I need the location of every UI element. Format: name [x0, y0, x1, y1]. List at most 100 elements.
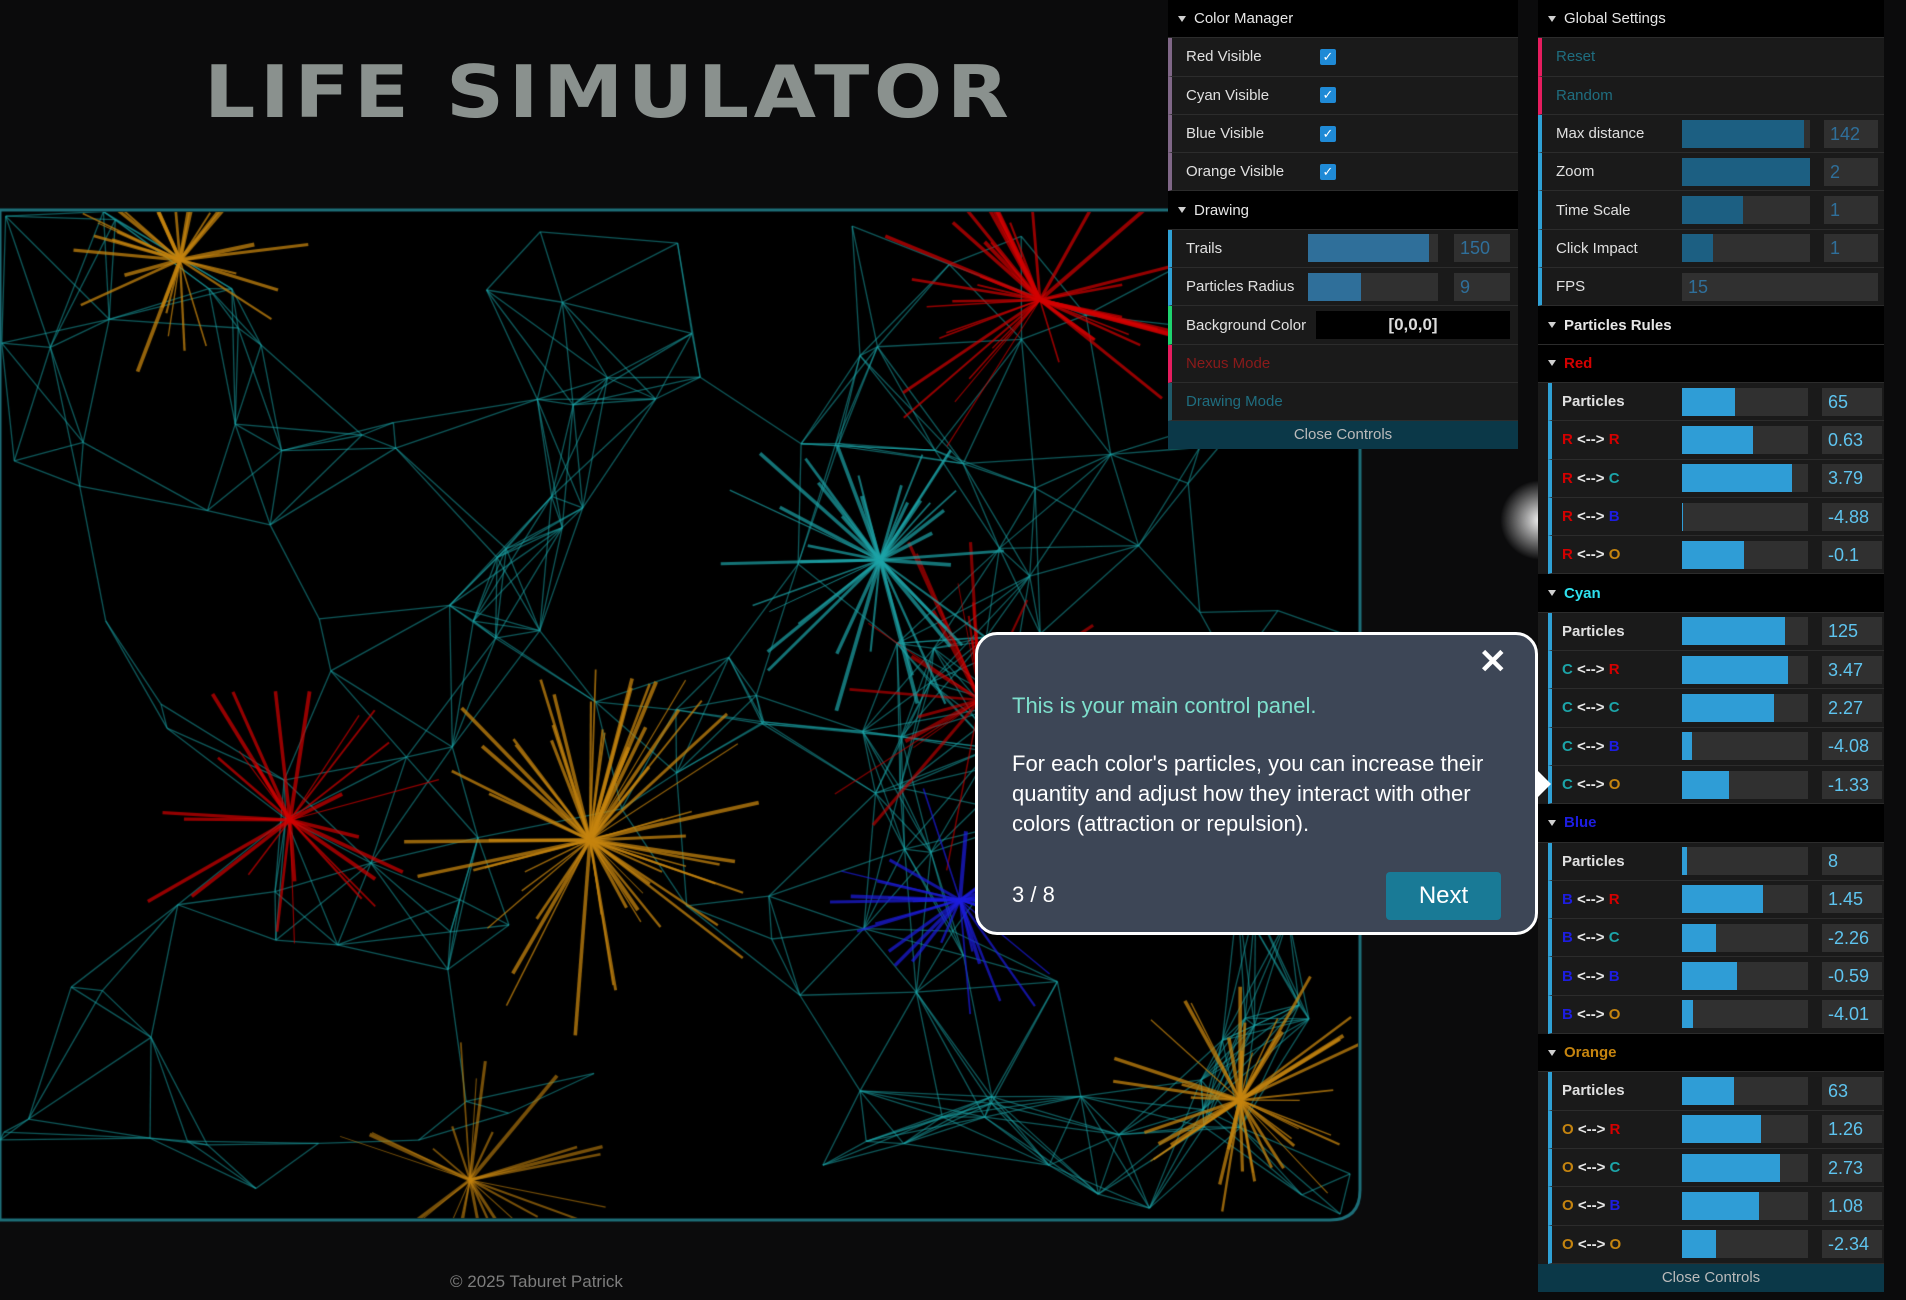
rule-slider[interactable] [1682, 387, 1808, 416]
folder-orange[interactable]: Orange [1538, 1034, 1884, 1073]
setting-slider[interactable] [1682, 234, 1810, 263]
rule-value[interactable]: -1.33 [1822, 770, 1882, 799]
tutorial-heading: This is your main control panel. [1012, 693, 1317, 718]
rule-slider[interactable] [1682, 1076, 1808, 1105]
rule-slider[interactable] [1682, 1153, 1808, 1182]
visibility-toggle-row[interactable]: Blue Visible ✓ [1168, 114, 1518, 154]
rule-slider[interactable] [1682, 540, 1808, 569]
folder-cyan[interactable]: Cyan [1538, 574, 1884, 613]
drawing-mode-button[interactable]: Drawing Mode [1168, 382, 1518, 422]
nexus-mode-button[interactable]: Nexus Mode [1168, 344, 1518, 383]
setting-value[interactable]: 1 [1824, 234, 1878, 263]
trails-value[interactable]: 150 [1454, 234, 1510, 263]
group-title: Cyan [1564, 584, 1601, 602]
rule-value[interactable]: 1.08 [1822, 1191, 1882, 1220]
rule-value[interactable]: 63 [1822, 1076, 1882, 1105]
next-button[interactable]: Next [1386, 872, 1501, 920]
rule-slider[interactable] [1682, 732, 1808, 761]
interaction-row: B <--> B -0.59 [1548, 957, 1884, 996]
setting-label: Zoom [1556, 163, 1595, 181]
rule-slider[interactable] [1682, 425, 1808, 454]
interaction-label: B <--> B [1562, 967, 1620, 985]
tutorial-step-counter: 3 / 8 [1012, 882, 1055, 907]
folder-color-manager[interactable]: Color Manager [1168, 0, 1518, 39]
rule-value[interactable]: 65 [1822, 387, 1882, 416]
rule-slider[interactable] [1682, 1000, 1808, 1029]
close-controls-button[interactable]: Close Controls [1168, 421, 1518, 450]
rule-slider[interactable] [1682, 502, 1808, 531]
visibility-label: Cyan Visible [1186, 86, 1270, 104]
rule-slider[interactable] [1682, 1230, 1808, 1259]
visibility-toggle-row[interactable]: Orange Visible ✓ [1168, 153, 1518, 192]
interaction-row: C <--> C 2.27 [1548, 689, 1884, 728]
rule-slider[interactable] [1682, 923, 1808, 952]
slider-fill [1682, 1191, 1759, 1220]
close-controls-button-right[interactable]: Close Controls [1538, 1263, 1884, 1292]
rule-value[interactable]: 3.47 [1822, 655, 1882, 684]
rule-slider[interactable] [1682, 693, 1808, 722]
checkbox[interactable]: ✓ [1320, 87, 1336, 104]
visibility-toggle-row[interactable]: Cyan Visible ✓ [1168, 76, 1518, 115]
particles-radius-control: Particles Radius 9 [1168, 268, 1518, 307]
rule-value[interactable]: 8 [1822, 847, 1882, 876]
random-button[interactable]: Random [1538, 76, 1884, 115]
particles-radius-value[interactable]: 9 [1454, 272, 1510, 301]
particles-radius-slider[interactable] [1308, 272, 1438, 301]
interaction-row: R <--> R 0.63 [1548, 421, 1884, 460]
rule-slider[interactable] [1682, 1115, 1808, 1144]
background-color-field[interactable]: [0,0,0] [1316, 311, 1510, 340]
rule-value[interactable]: 1.26 [1822, 1115, 1882, 1144]
rule-value[interactable]: 125 [1822, 617, 1882, 646]
trails-slider[interactable] [1308, 234, 1438, 263]
visibility-label: Red Visible [1186, 48, 1262, 66]
setting-slider[interactable] [1682, 157, 1810, 186]
fps-value[interactable]: 15 [1682, 272, 1878, 301]
rule-slider[interactable] [1682, 847, 1808, 876]
setting-slider[interactable] [1682, 119, 1810, 148]
interaction-row: R <--> O -0.1 [1548, 536, 1884, 575]
rule-value[interactable]: 1.45 [1822, 885, 1882, 914]
rule-value[interactable]: 2.73 [1822, 1153, 1882, 1182]
folder-global-settings[interactable]: Global Settings [1538, 0, 1884, 39]
rule-value[interactable]: 0.63 [1822, 425, 1882, 454]
rule-value[interactable]: 3.79 [1822, 464, 1882, 493]
rule-slider[interactable] [1682, 962, 1808, 991]
rule-value[interactable]: -4.08 [1822, 732, 1882, 761]
checkbox[interactable]: ✓ [1320, 163, 1336, 180]
rule-value[interactable]: -2.34 [1822, 1230, 1882, 1259]
slider-fill [1308, 272, 1362, 301]
setting-value[interactable]: 1 [1824, 196, 1878, 225]
slider-fill [1682, 885, 1763, 914]
chevron-down-icon [1178, 15, 1186, 22]
setting-slider[interactable] [1682, 196, 1810, 225]
reset-button[interactable]: Reset [1538, 38, 1884, 77]
rule-value[interactable]: -0.59 [1822, 962, 1882, 991]
slider-fill [1682, 464, 1792, 493]
checkbox[interactable]: ✓ [1320, 125, 1336, 142]
folder-particles-rules[interactable]: Particles Rules [1538, 306, 1884, 345]
visibility-toggle-row[interactable]: Red Visible ✓ [1168, 38, 1518, 77]
setting-value[interactable]: 142 [1824, 119, 1878, 148]
particles-radius-label: Particles Radius [1186, 278, 1295, 296]
interaction-label: C <--> C [1562, 699, 1620, 717]
folder-red[interactable]: Red [1538, 344, 1884, 383]
rule-value[interactable]: -4.01 [1822, 1000, 1882, 1029]
rule-slider[interactable] [1682, 1191, 1808, 1220]
folder-blue[interactable]: Blue [1538, 804, 1884, 843]
rule-slider[interactable] [1682, 770, 1808, 799]
setting-value[interactable]: 2 [1824, 157, 1878, 186]
setting-label: Time Scale [1556, 201, 1631, 219]
interaction-label: O <--> R [1562, 1120, 1621, 1138]
close-icon[interactable]: ✕ [1479, 645, 1508, 679]
rule-slider[interactable] [1682, 885, 1808, 914]
folder-drawing[interactable]: Drawing [1168, 191, 1518, 230]
rule-value[interactable]: -2.26 [1822, 923, 1882, 952]
rule-value[interactable]: -4.88 [1822, 502, 1882, 531]
checkbox[interactable]: ✓ [1320, 48, 1336, 65]
rule-value[interactable]: -0.1 [1822, 540, 1882, 569]
rule-slider[interactable] [1682, 617, 1808, 646]
slider-fill [1682, 502, 1684, 531]
rule-value[interactable]: 2.27 [1822, 693, 1882, 722]
rule-slider[interactable] [1682, 464, 1808, 493]
rule-slider[interactable] [1682, 655, 1808, 684]
